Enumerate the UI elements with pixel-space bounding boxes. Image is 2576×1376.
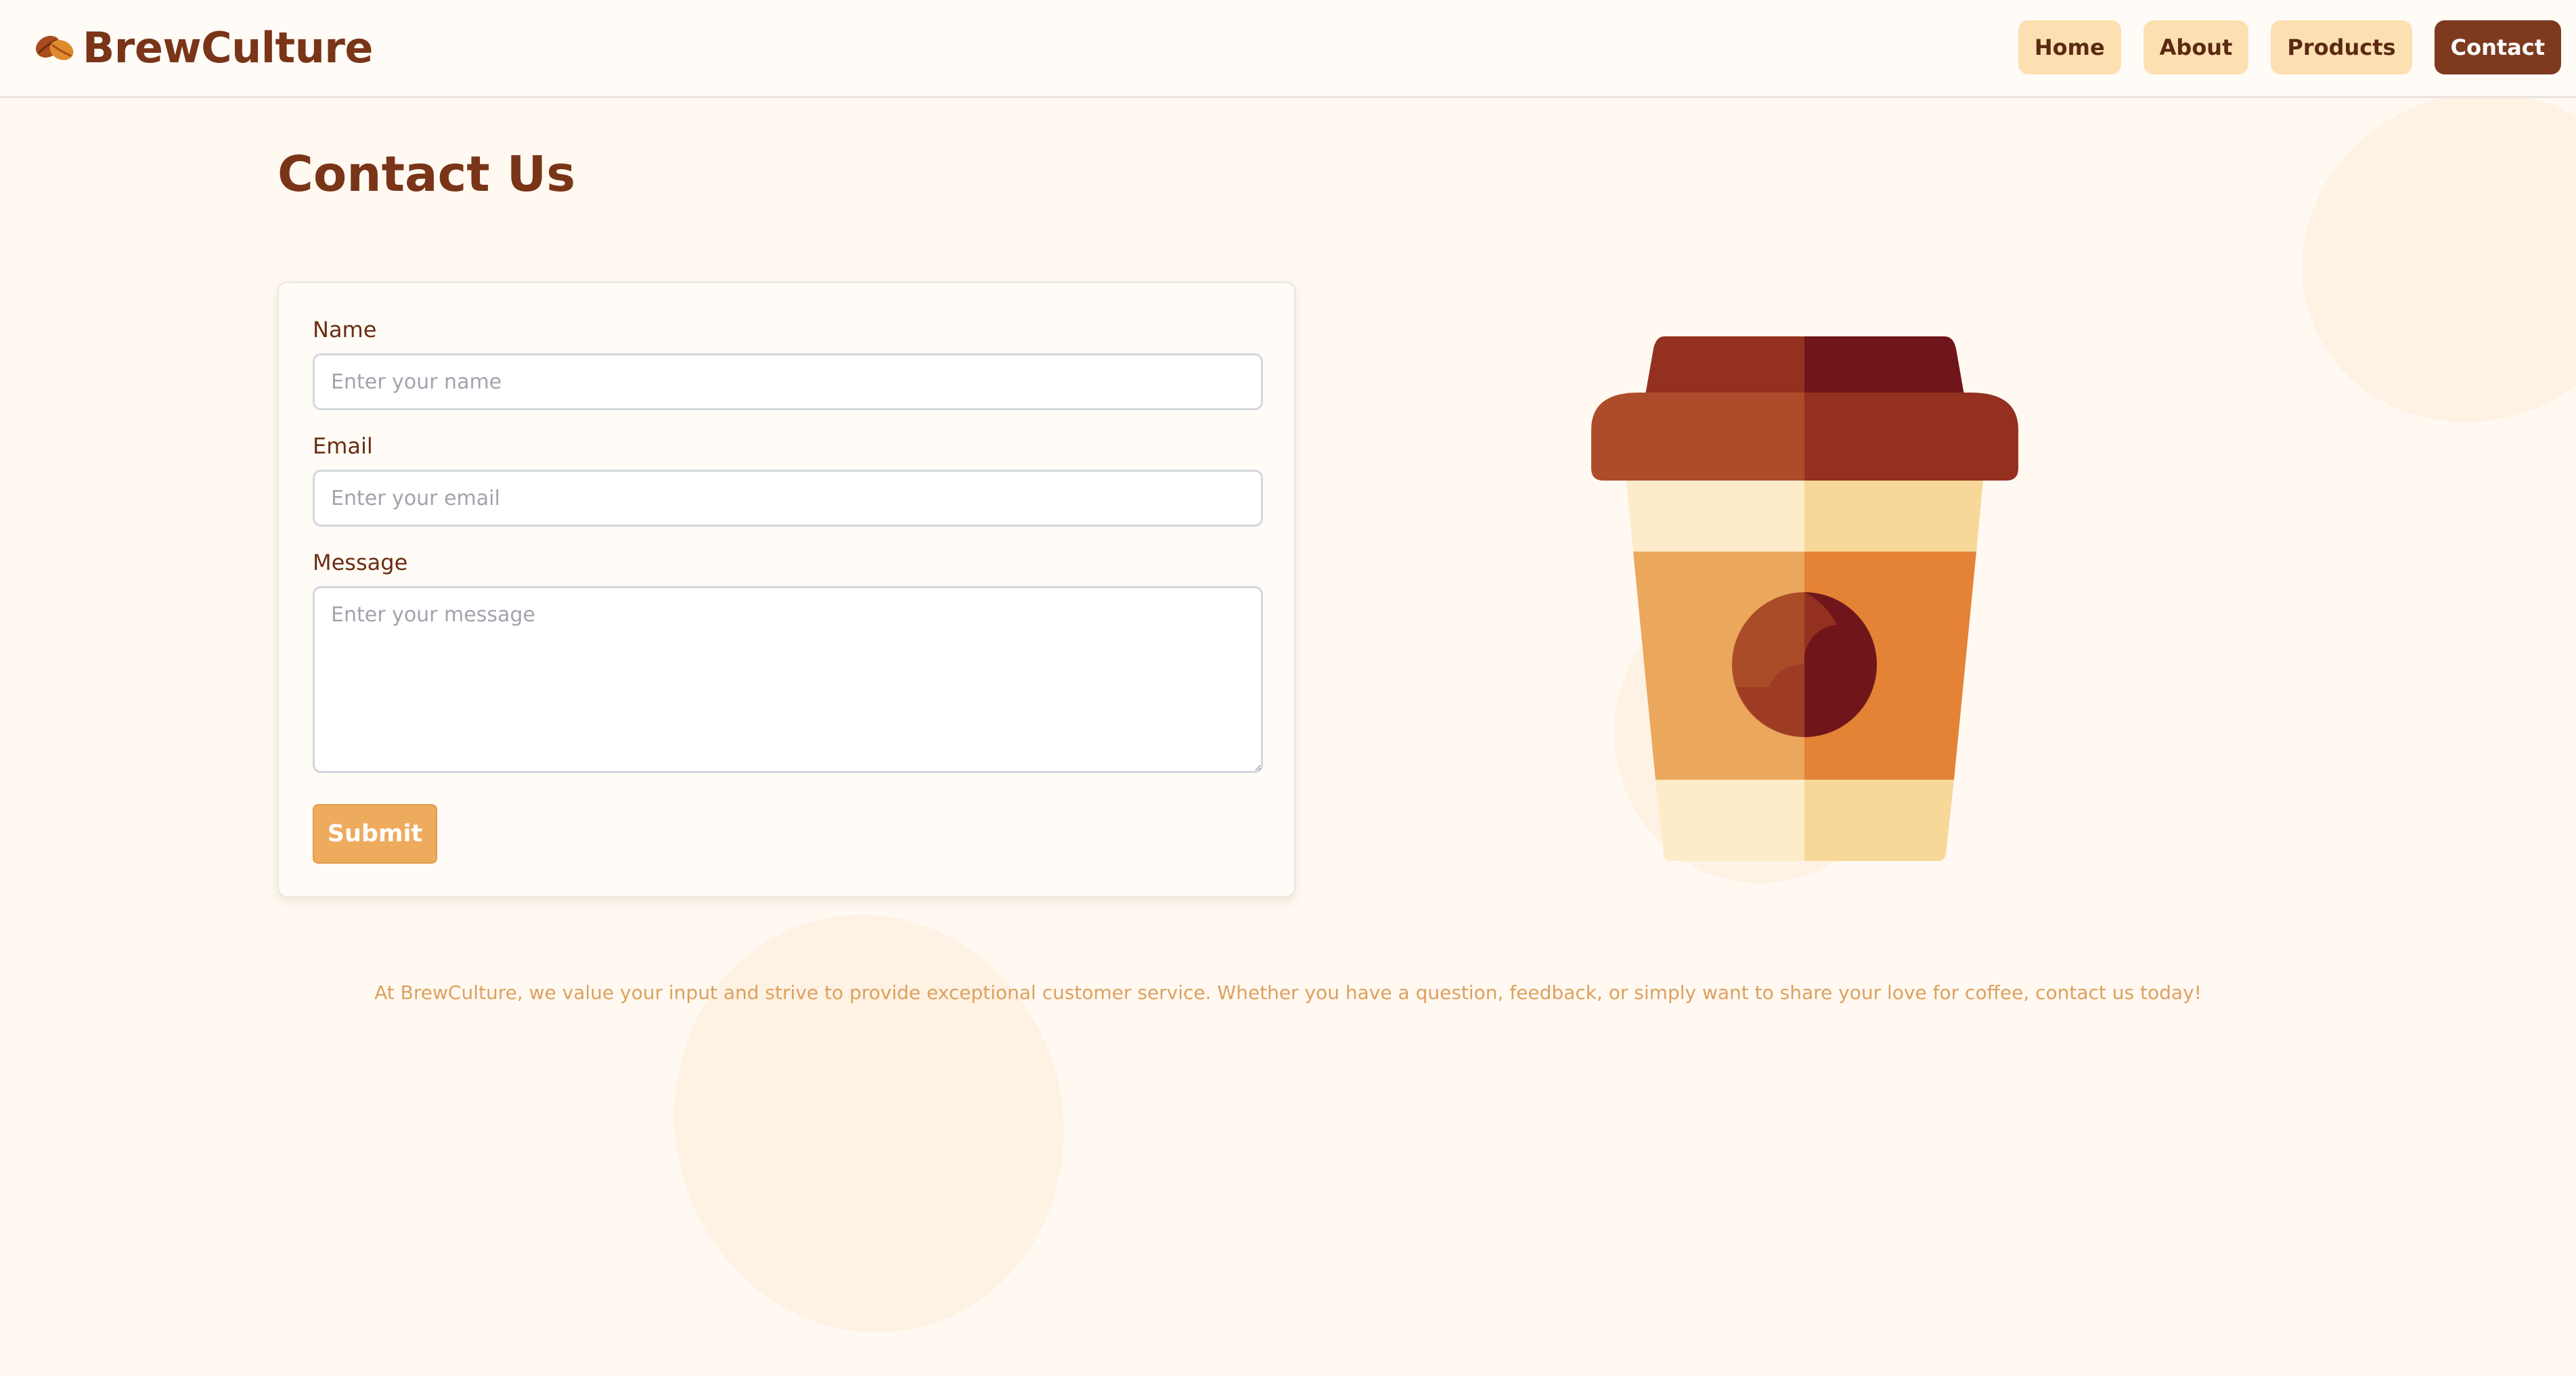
contact-form: Name Email Message Submit <box>277 282 1295 897</box>
name-label: Name <box>313 317 377 342</box>
main-nav: Home About Products Contact <box>1996 20 2561 74</box>
coffee-bean-icon <box>35 35 74 60</box>
message-label: Message <box>313 550 408 575</box>
background-blob <box>627 870 1111 1376</box>
nav-home[interactable]: Home <box>2018 20 2121 74</box>
coffee-cup-icon <box>1591 336 2018 861</box>
email-label: Email <box>313 433 373 459</box>
page-title: Contact Us <box>277 146 576 202</box>
message-textarea[interactable] <box>313 586 1263 773</box>
background-blob <box>2247 35 2576 479</box>
site-header: BrewCulture Home About Products Contact <box>0 0 2576 98</box>
submit-button[interactable]: Submit <box>313 804 437 864</box>
brand-logo[interactable]: BrewCulture <box>32 19 373 76</box>
footer-text: At BrewCulture, we value your input and … <box>374 981 2202 1004</box>
nav-products[interactable]: Products <box>2271 20 2412 74</box>
name-input[interactable] <box>313 353 1263 410</box>
brand-name: BrewCulture <box>83 22 373 72</box>
nav-contact[interactable]: Contact <box>2434 20 2561 74</box>
email-input[interactable] <box>313 470 1263 527</box>
nav-about[interactable]: About <box>2143 20 2249 74</box>
